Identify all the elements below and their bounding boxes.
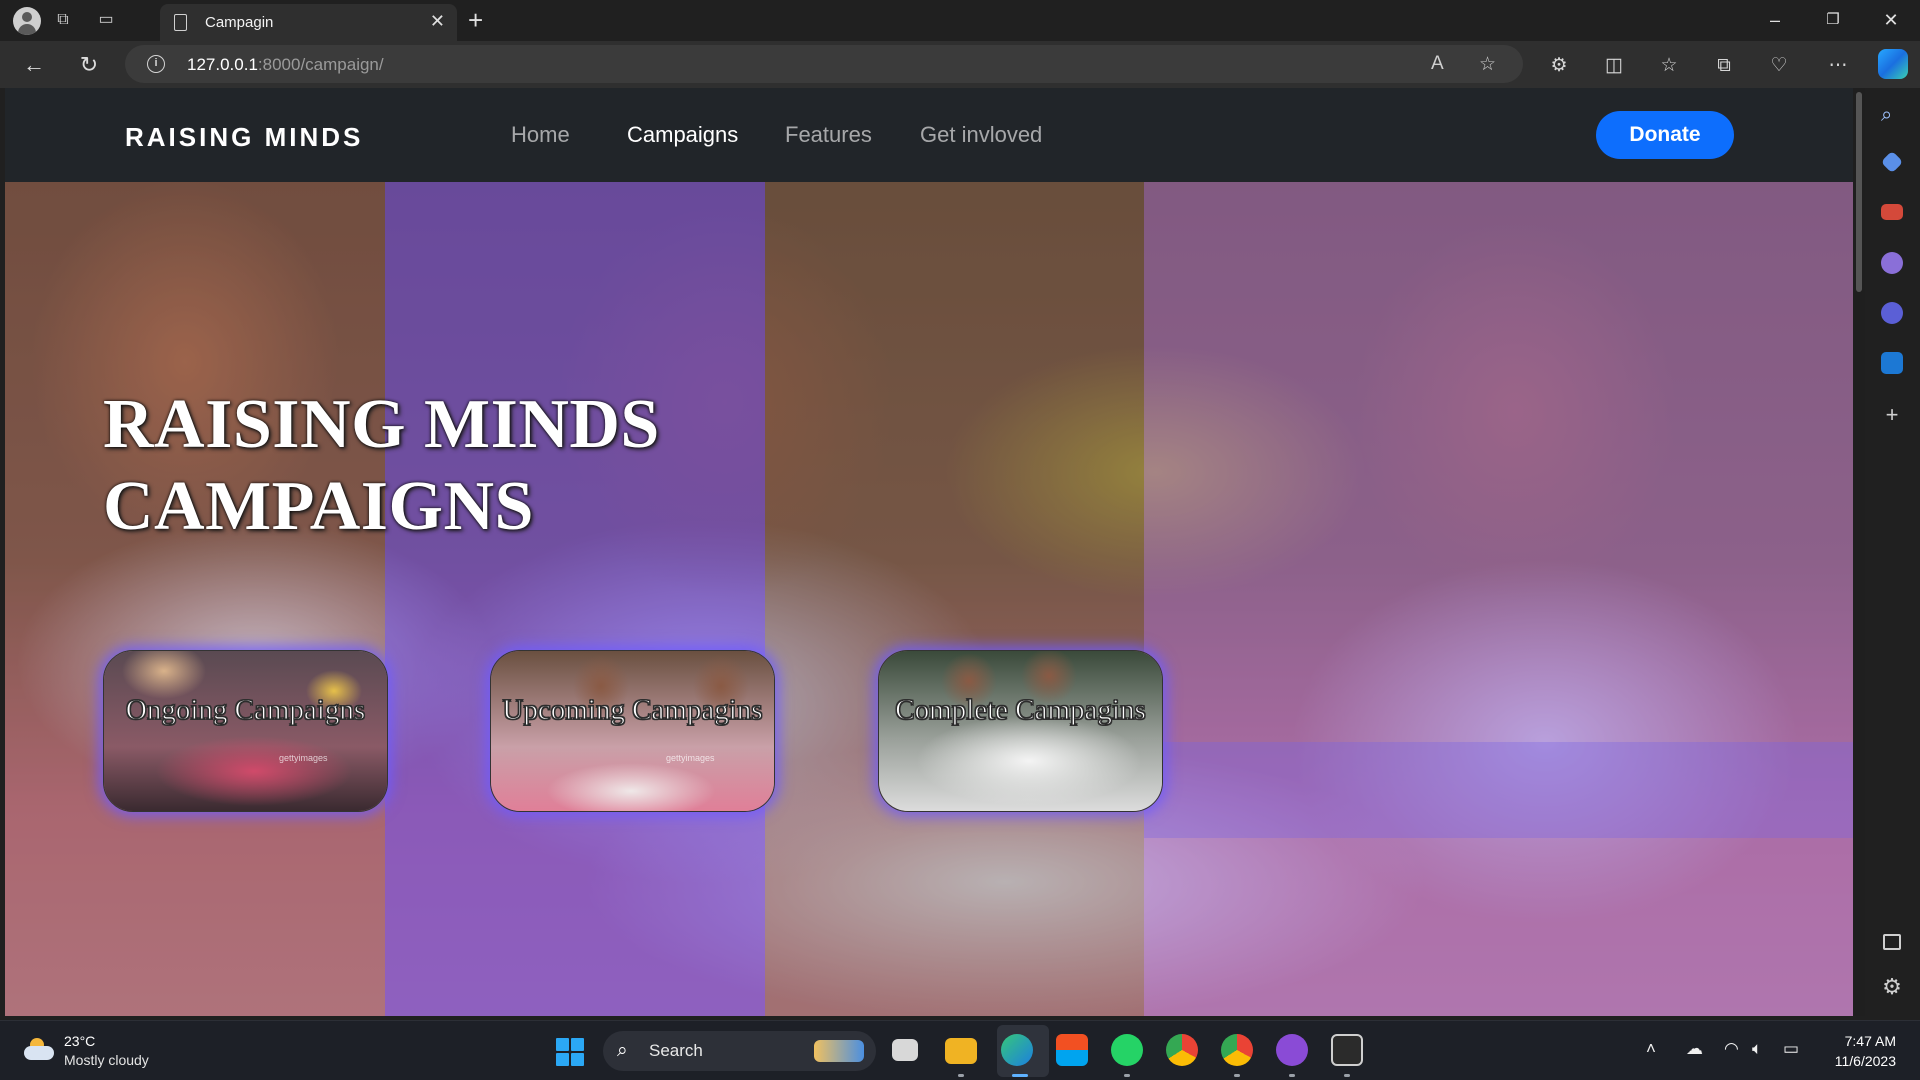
search-icon: ⌕ [617, 1040, 628, 1061]
back-icon[interactable]: ← [19, 50, 49, 80]
card-upcoming-campaigns[interactable]: Upcoming Campagins gettyimages [490, 650, 775, 812]
workspaces-icon[interactable]: ⧉ [51, 9, 75, 31]
overlay-panel [385, 182, 765, 1016]
weather-cloudy-icon[interactable] [24, 1038, 54, 1060]
running-indicator [958, 1074, 964, 1077]
url-text[interactable]: 127.0.0.1:8000/campaign/ [187, 55, 384, 75]
overlay-panel [1144, 182, 1865, 1016]
nav-home[interactable]: Home [511, 122, 570, 148]
minimize-button[interactable]: – [1760, 6, 1790, 34]
close-tab-icon[interactable]: ✕ [430, 11, 445, 32]
browser-titlebar: ⧉ ▭ Campagin ✕ + – ❐ ✕ [0, 0, 1920, 41]
nav-features[interactable]: Features [785, 122, 872, 148]
sidebar-settings-icon[interactable]: ⚙ [1881, 976, 1903, 998]
running-indicator [1289, 1074, 1295, 1077]
page-icon [174, 14, 187, 31]
clock-date: 11/6/2023 [1834, 1053, 1896, 1069]
battery-icon[interactable]: ▭ [1783, 1039, 1799, 1059]
wifi-icon[interactable]: ◠ [1724, 1039, 1739, 1059]
watermark: gettyimages [666, 753, 715, 763]
split-screen-icon[interactable]: ◫ [1601, 53, 1627, 79]
tab-campaign[interactable]: Campagin ✕ [160, 4, 457, 41]
weather-temperature[interactable]: 23°C [64, 1033, 95, 1049]
chrome-icon[interactable] [1166, 1034, 1198, 1066]
sidebar-microsoft365-icon[interactable] [1881, 302, 1903, 324]
terminal-icon[interactable] [1331, 1034, 1363, 1066]
brand-logo[interactable]: RAISING MINDS [125, 122, 363, 153]
favorites-icon[interactable]: ☆ [1656, 53, 1682, 79]
card-label: Upcoming Campagins [502, 694, 763, 726]
running-indicator [1344, 1074, 1350, 1077]
nav-campaigns[interactable]: Campaigns [627, 122, 738, 148]
sidebar-add-icon[interactable]: + [1881, 404, 1903, 426]
show-hidden-icons-chevron-icon[interactable]: ˄ [1646, 1039, 1656, 1059]
card-label: Ongoing Campaigns [125, 694, 366, 726]
hero-title: RAISING MINDS CAMPAIGNS [103, 386, 660, 545]
card-ongoing-campaigns[interactable]: Ongoing Campaigns gettyimages [103, 650, 388, 812]
page-scrollbar[interactable] [1853, 88, 1865, 1016]
sidebar-search-icon[interactable]: ⌕ [1881, 104, 1903, 126]
favorite-star-icon[interactable]: ☆ [1479, 53, 1496, 76]
browser-essentials-icon[interactable]: ♡ [1766, 53, 1792, 79]
watermark: gettyimages [279, 753, 328, 763]
github-desktop-icon[interactable] [1276, 1034, 1308, 1066]
clock-time: 7:47 AM [1844, 1033, 1896, 1049]
windows-start-icon[interactable] [556, 1038, 584, 1066]
copilot-icon[interactable] [1878, 49, 1908, 79]
collections-icon[interactable]: ⧉ [1711, 53, 1737, 79]
microsoft-store-icon[interactable] [1056, 1034, 1088, 1066]
whatsapp-icon[interactable] [1111, 1034, 1143, 1066]
address-bar[interactable]: i 127.0.0.1:8000/campaign/ A ☆ [125, 45, 1523, 83]
close-window-button[interactable]: ✕ [1876, 6, 1906, 34]
site-navbar: RAISING MINDS Home Campaigns Features Ge… [5, 88, 1865, 182]
browser-toolbar: ← ↻ i 127.0.0.1:8000/campaign/ A ☆ ⚙ ◫ ☆… [0, 41, 1920, 88]
overlay-panel [5, 182, 385, 1016]
refresh-icon[interactable]: ↻ [74, 50, 104, 80]
chrome-profile-icon[interactable] [1221, 1034, 1253, 1066]
card-photo [879, 651, 1162, 811]
more-menu-icon[interactable]: ⋯ [1825, 53, 1851, 79]
running-indicator [1234, 1074, 1240, 1077]
overlay-panel [765, 182, 1144, 1016]
volume-icon[interactable]: 🔈︎ [1752, 1039, 1762, 1059]
new-tab-button[interactable]: + [468, 5, 483, 36]
sidebar-shopping-icon[interactable] [1880, 150, 1904, 174]
tab-actions-icon[interactable]: ▭ [94, 9, 118, 31]
read-aloud-icon[interactable]: A [1431, 53, 1444, 75]
running-indicator [1012, 1074, 1028, 1077]
sidebar-outlook-icon[interactable] [1881, 352, 1903, 374]
card-label: Complete Campagins [895, 694, 1147, 726]
nav-get-involved[interactable]: Get invloved [920, 122, 1042, 148]
card-complete-campaigns[interactable]: Complete Campagins [878, 650, 1163, 812]
profile-avatar-icon[interactable] [13, 7, 41, 35]
search-label: Search [649, 1041, 703, 1060]
file-explorer-icon[interactable] [945, 1038, 977, 1064]
taskbar-search[interactable]: ⌕ Search [603, 1031, 876, 1071]
tab-title: Campagin [205, 14, 274, 31]
card-photo [104, 651, 387, 811]
hero-section: RAISING MINDS CAMPAIGNS Ongoing Campaign… [5, 182, 1865, 1016]
task-view-icon[interactable] [892, 1039, 918, 1061]
sidebar-hide-icon[interactable] [1883, 934, 1901, 950]
page-viewport: RAISING MINDS Home Campaigns Features Ge… [5, 88, 1865, 1016]
site-info-icon[interactable]: i [147, 55, 165, 73]
search-highlight-image [814, 1040, 864, 1062]
scrollbar-thumb[interactable] [1856, 92, 1862, 292]
sidebar-tools-icon[interactable] [1881, 204, 1903, 220]
edge-sidebar: ⌕ + ⚙ [1865, 88, 1920, 1018]
sidebar-games-icon[interactable] [1881, 252, 1903, 274]
donate-button[interactable]: Donate [1596, 111, 1734, 159]
windows-taskbar: 23°C Mostly cloudy ⌕ Search ˄ ☁ ◠ 🔈︎ ▭ 7… [0, 1020, 1920, 1080]
system-clock[interactable]: 7:47 AM 11/6/2023 [1826, 1031, 1896, 1071]
edge-browser-icon[interactable] [1001, 1034, 1033, 1066]
extensions-icon[interactable]: ⚙ [1546, 53, 1572, 79]
weather-description[interactable]: Mostly cloudy [64, 1052, 149, 1068]
running-indicator [1124, 1074, 1130, 1077]
card-photo [491, 651, 774, 811]
overlay-band [1144, 742, 1865, 838]
onedrive-icon[interactable]: ☁ [1686, 1039, 1703, 1059]
restore-button[interactable]: ❐ [1818, 6, 1848, 34]
